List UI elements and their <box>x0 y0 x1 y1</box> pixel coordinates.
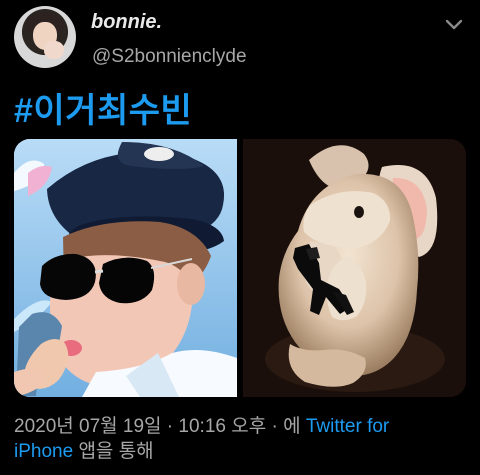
hashtag-link[interactable]: #이거최수빈 <box>14 83 192 132</box>
user-handle[interactable]: @S2bonnienclyde <box>92 46 247 68</box>
source-link-part1[interactable]: Twitter for <box>306 416 389 437</box>
timestamp-suffix: 앱을 통해 <box>73 441 154 462</box>
rabbit-with-gun-photo[interactable] <box>243 139 466 397</box>
police-hat-photo[interactable] <box>14 139 237 397</box>
avatar[interactable] <box>14 6 76 68</box>
tweet-timestamp: 2020년 07월 19일 · 10:16 오후 · 에 Twitter for… <box>14 414 464 464</box>
source-link-part2[interactable]: iPhone <box>14 441 73 462</box>
display-name[interactable]: bonnie. <box>91 11 162 34</box>
timestamp-prefix: 2020년 07월 19일 · 10:16 오후 · 에 <box>14 416 306 437</box>
media-grid <box>14 139 466 397</box>
tweet-header: bonnie. @S2bonnienclyde <box>14 6 466 70</box>
chevron-down-icon[interactable] <box>442 14 466 36</box>
